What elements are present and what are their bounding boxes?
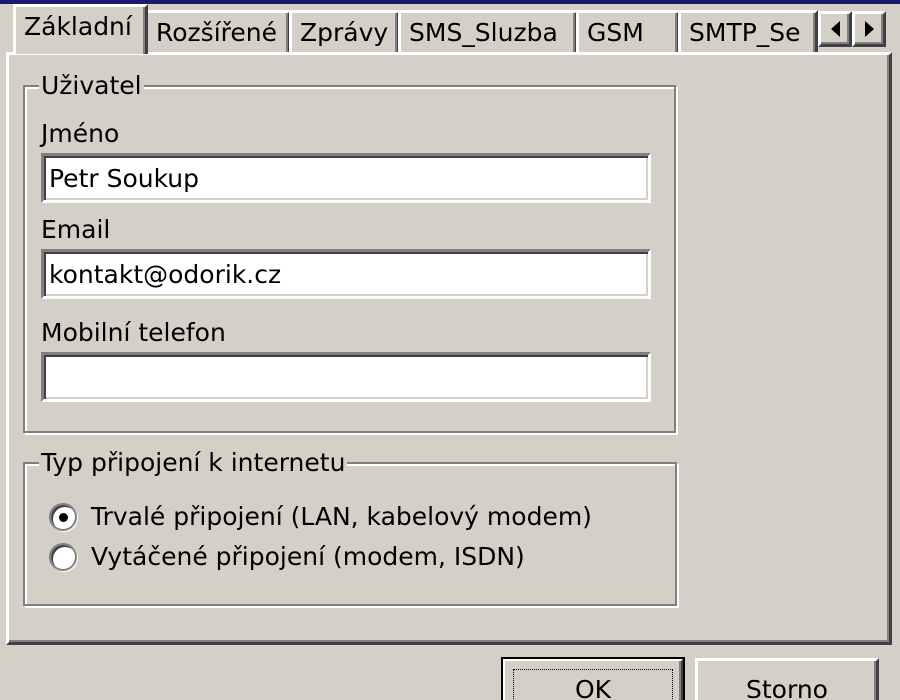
radio-label: Trvalé připojení (LAN, kabelový modem)	[91, 502, 592, 531]
arrow-left-icon	[830, 21, 840, 37]
tab-scroll-left-button[interactable]	[818, 11, 852, 47]
tab-label: Základní	[24, 12, 132, 41]
tab-gsm[interactable]: GSM	[576, 10, 680, 54]
connection-group-legend: Typ připojení k internetu	[39, 448, 348, 478]
connection-groupbox: Typ připojení k internetu Trvalé připoje…	[23, 448, 677, 606]
user-group-legend: Uživatel	[39, 71, 144, 101]
radio-permanent-connection[interactable]: Trvalé připojení (LAN, kabelový modem)	[49, 502, 592, 531]
radio-unchecked-icon	[49, 542, 77, 571]
tab-label: Rozšířené	[156, 18, 277, 47]
tab-label: GSM	[587, 18, 644, 47]
email-field[interactable]	[41, 249, 651, 299]
tab-label: Zprávy	[300, 18, 389, 47]
name-field[interactable]	[41, 153, 651, 203]
radio-label: Vytáčené připojení (modem, ISDN)	[91, 542, 525, 571]
cancel-button[interactable]: Storno	[695, 658, 879, 700]
tab-zakladni[interactable]: Základní	[13, 4, 148, 54]
settings-dialog: Základní Rozšířené Zprávy SMS_Sluzba GSM…	[0, 0, 900, 700]
tab-label: SMTP_Se	[689, 18, 801, 47]
phone-label: Mobilní telefon	[41, 318, 226, 347]
radio-dialup-connection[interactable]: Vytáčené připojení (modem, ISDN)	[49, 542, 525, 571]
focus-rectangle	[513, 669, 673, 700]
radio-checked-icon	[49, 502, 77, 531]
user-groupbox: Uživatel Jméno Email Mobilní telefon	[23, 71, 676, 433]
ok-button[interactable]: OK	[501, 657, 685, 700]
tab-scroll-right-button[interactable]	[852, 11, 886, 47]
tab-sms-sluzba[interactable]: SMS_Sluzba	[398, 10, 578, 54]
tab-smtp[interactable]: SMTP_Se	[678, 10, 818, 54]
tab-page-zakladni: Uživatel Jméno Email Mobilní telefon Typ…	[6, 52, 892, 645]
arrow-right-icon	[864, 21, 874, 37]
cancel-button-label: Storno	[746, 675, 828, 700]
tab-zpravy[interactable]: Zprávy	[289, 10, 400, 54]
tab-label: SMS_Sluzba	[409, 18, 558, 47]
tab-rozsirene[interactable]: Rozšířené	[145, 10, 291, 54]
phone-field[interactable]	[41, 352, 651, 402]
email-label: Email	[41, 215, 111, 244]
name-label: Jméno	[41, 119, 120, 148]
